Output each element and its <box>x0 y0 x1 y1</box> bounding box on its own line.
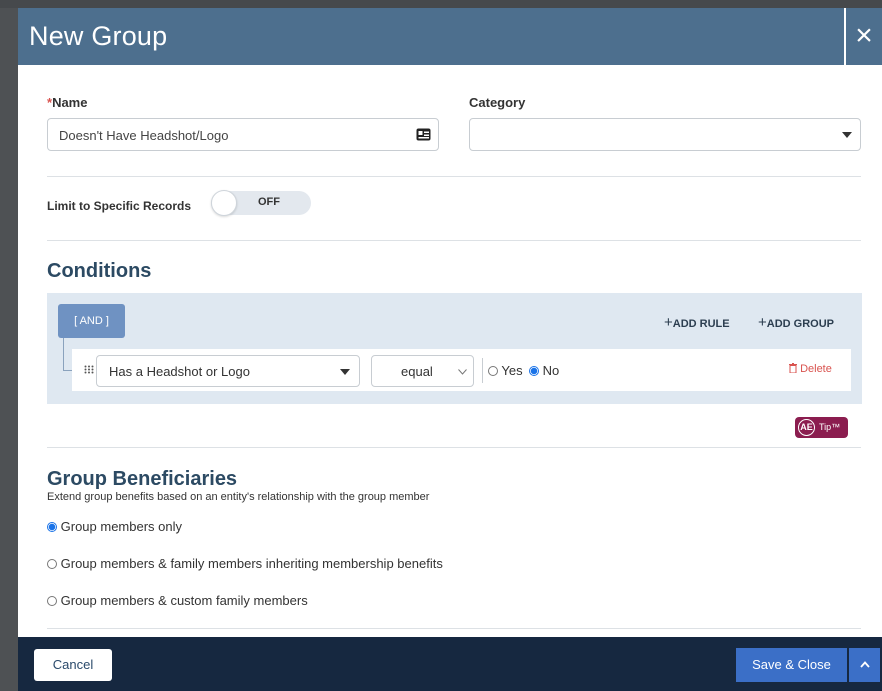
category-select[interactable] <box>469 118 861 151</box>
close-icon[interactable]: × <box>844 8 882 65</box>
modal-header: New Group × <box>18 8 882 65</box>
category-label: Category <box>469 95 526 110</box>
beneficiary-option-label: Group members & custom family members <box>60 593 308 608</box>
beneficiaries-heading: Group Beneficiaries <box>47 468 238 490</box>
name-label: *Name <box>47 95 87 110</box>
tip-label: Tip™ <box>819 422 841 432</box>
beneficiaries-subtitle: Extend group benefits based on an entity… <box>47 491 430 503</box>
divider <box>47 240 861 241</box>
add-group-label: ADD GROUP <box>766 318 834 330</box>
rule-operator-value: equal <box>401 364 433 379</box>
condition-rule-row: Has a Headshot or Logo equal Yes No Dele… <box>72 349 851 391</box>
and-operator-button[interactable]: [ AND ] <box>58 304 125 338</box>
contact-card-icon[interactable] <box>416 128 431 141</box>
limit-label: Limit to Specific Records <box>47 199 192 213</box>
rule-field-select[interactable]: Has a Headshot or Logo <box>96 355 360 387</box>
beneficiary-option-family-inheriting[interactable]: Group members & family members inheritin… <box>47 556 443 571</box>
save-and-close-button[interactable]: Save & Close <box>736 648 847 682</box>
name-input[interactable]: Doesn't Have Headshot/Logo <box>47 118 439 151</box>
cancel-button[interactable]: Cancel <box>34 649 112 681</box>
beneficiary-option-label: Group members only <box>60 519 183 534</box>
modal-backdrop-top <box>0 0 882 8</box>
name-input-value: Doesn't Have Headshot/Logo <box>59 128 229 143</box>
trash-icon <box>789 363 797 374</box>
add-rule-label: ADD RULE <box>672 318 730 330</box>
divider <box>47 628 861 629</box>
chevron-down-icon <box>458 369 467 375</box>
name-label-text: Name <box>52 95 88 110</box>
delete-rule-button[interactable]: Delete <box>789 363 832 375</box>
new-group-modal: New Group × *Name Doesn't Have Headshot/… <box>18 8 882 691</box>
plus-icon: + <box>664 314 673 331</box>
beneficiary-option-members-only[interactable]: Group members only <box>47 519 182 534</box>
radio-no[interactable] <box>529 366 539 376</box>
rule-operator-select[interactable]: equal <box>371 355 474 387</box>
beneficiary-option-label: Group members & family members inheritin… <box>60 556 443 571</box>
limit-toggle[interactable]: OFF <box>211 190 311 216</box>
delete-label: Delete <box>800 363 832 375</box>
radio-members-only[interactable] <box>47 522 57 532</box>
radio-yes[interactable] <box>488 366 498 376</box>
rule-field-value: Has a Headshot or Logo <box>109 364 250 379</box>
rule-value-yes-label: Yes <box>501 363 523 378</box>
modal-footer: Cancel Save & Close <box>18 637 882 691</box>
chevron-up-icon <box>859 661 870 668</box>
radio-custom-family[interactable] <box>47 596 57 606</box>
ae-badge: AE <box>798 419 815 436</box>
plus-icon: + <box>758 314 767 331</box>
ae-tip-button[interactable]: AE Tip™ <box>795 417 848 438</box>
modal-title: New Group <box>29 21 168 51</box>
divider <box>47 447 861 448</box>
caret-down-icon <box>842 132 852 138</box>
separator <box>482 358 483 383</box>
divider <box>47 176 861 177</box>
beneficiary-option-custom-family[interactable]: Group members & custom family members <box>47 593 308 608</box>
rule-value-yes[interactable]: Yes <box>488 363 523 378</box>
drag-handle-icon[interactable] <box>84 365 94 374</box>
modal-backdrop <box>0 0 18 691</box>
toggle-state: OFF <box>258 196 280 208</box>
save-options-button[interactable] <box>849 648 880 682</box>
radio-family-inheriting[interactable] <box>47 559 57 569</box>
rule-value-no[interactable]: No <box>529 363 559 378</box>
toggle-knob <box>211 190 237 216</box>
caret-down-icon <box>340 369 350 375</box>
conditions-heading: Conditions <box>47 260 152 282</box>
conditions-builder: [ AND ] +ADD RULE +ADD GROUP Has a Heads… <box>47 293 862 404</box>
add-rule-button[interactable]: +ADD RULE <box>664 314 730 331</box>
add-group-button[interactable]: +ADD GROUP <box>758 314 834 331</box>
rule-value-no-label: No <box>542 363 560 378</box>
